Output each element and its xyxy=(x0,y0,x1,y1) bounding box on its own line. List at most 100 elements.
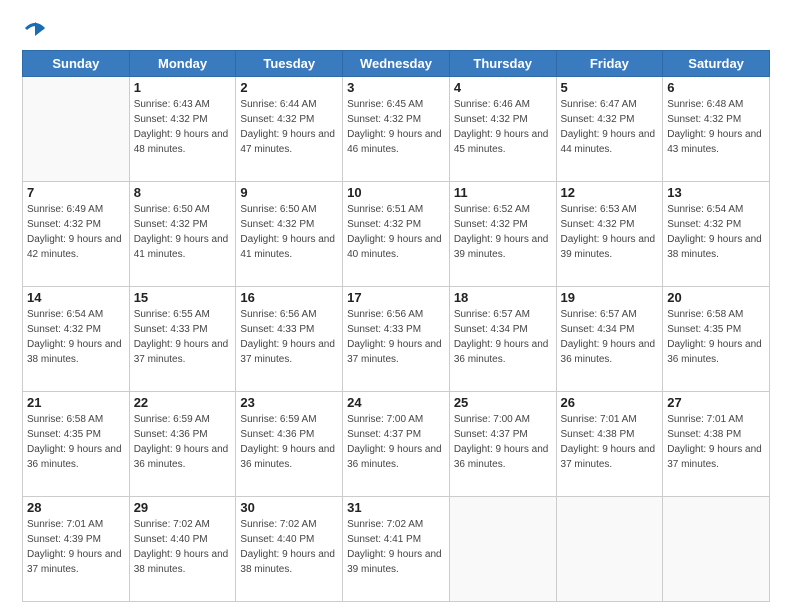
day-info: Sunrise: 6:49 AMSunset: 4:32 PMDaylight:… xyxy=(27,202,125,262)
day-info: Sunrise: 7:01 AMSunset: 4:38 PMDaylight:… xyxy=(561,412,659,472)
day-info: Sunrise: 6:51 AMSunset: 4:32 PMDaylight:… xyxy=(347,202,445,262)
day-number: 21 xyxy=(27,395,125,410)
calendar-cell: 23Sunrise: 6:59 AMSunset: 4:36 PMDayligh… xyxy=(236,392,343,497)
day-info: Sunrise: 6:43 AMSunset: 4:32 PMDaylight:… xyxy=(134,97,232,157)
calendar-cell: 30 Sunrise: 7:02 AMSunset: 4:40 PMDayligh… xyxy=(236,497,343,602)
day-number: 16 xyxy=(240,290,338,305)
day-number: 11 xyxy=(454,185,552,200)
calendar-cell: 4Sunrise: 6:46 AMSunset: 4:32 PMDaylight… xyxy=(449,77,556,182)
calendar-cell: 9Sunrise: 6:50 AMSunset: 4:32 PMDaylight… xyxy=(236,182,343,287)
calendar-cell: 19 Sunrise: 6:57 AMSunset: 4:34 PMDayligh… xyxy=(556,287,663,392)
day-number: 29 xyxy=(134,500,232,515)
calendar-cell: 5 Sunrise: 6:47 AMSunset: 4:32 PMDaylight… xyxy=(556,77,663,182)
day-info: Sunrise: 6:45 AMSunset: 4:32 PMDaylight:… xyxy=(347,97,445,157)
day-info: Sunrise: 7:02 AMSunset: 4:41 PMDaylight:… xyxy=(347,517,445,577)
day-info: Sunrise: 7:01 AMSunset: 4:38 PMDaylight:… xyxy=(667,412,765,472)
day-number: 4 xyxy=(454,80,552,95)
day-info: Sunrise: 6:59 AMSunset: 4:36 PMDaylight:… xyxy=(134,412,232,472)
day-number: 31 xyxy=(347,500,445,515)
day-number: 27 xyxy=(667,395,765,410)
day-info: Sunrise: 7:00 AMSunset: 4:37 PMDaylight:… xyxy=(347,412,445,472)
day-number: 25 xyxy=(454,395,552,410)
calendar-cell: 15Sunrise: 6:55 AMSunset: 4:33 PMDayligh… xyxy=(129,287,236,392)
calendar-cell: 20 Sunrise: 6:58 AMSunset: 4:35 PMDayligh… xyxy=(663,287,770,392)
day-info: Sunrise: 6:47 AMSunset: 4:32 PMDaylight:… xyxy=(561,97,659,157)
weekday-header-wednesday: Wednesday xyxy=(343,51,450,77)
day-number: 24 xyxy=(347,395,445,410)
day-info: Sunrise: 6:50 AMSunset: 4:32 PMDaylight:… xyxy=(134,202,232,262)
day-info: Sunrise: 6:48 AMSunset: 4:32 PMDaylight:… xyxy=(667,97,765,157)
calendar-cell: 13 Sunrise: 6:54 AMSunset: 4:32 PMDayligh… xyxy=(663,182,770,287)
day-number: 3 xyxy=(347,80,445,95)
week-row-4: 28Sunrise: 7:01 AMSunset: 4:39 PMDayligh… xyxy=(23,497,770,602)
day-info: Sunrise: 6:58 AMSunset: 4:35 PMDaylight:… xyxy=(667,307,765,367)
calendar-cell: 14 Sunrise: 6:54 AMSunset: 4:32 PMDayligh… xyxy=(23,287,130,392)
day-info: Sunrise: 6:44 AMSunset: 4:32 PMDaylight:… xyxy=(240,97,338,157)
calendar-cell: 1 Sunrise: 6:43 AMSunset: 4:32 PMDaylight… xyxy=(129,77,236,182)
day-number: 6 xyxy=(667,80,765,95)
weekday-header-monday: Monday xyxy=(129,51,236,77)
calendar-cell: 21 Sunrise: 6:58 AMSunset: 4:35 PMDayligh… xyxy=(23,392,130,497)
day-info: Sunrise: 6:50 AMSunset: 4:32 PMDaylight:… xyxy=(240,202,338,262)
day-number: 18 xyxy=(454,290,552,305)
calendar-cell: 10 Sunrise: 6:51 AMSunset: 4:32 PMDayligh… xyxy=(343,182,450,287)
day-info: Sunrise: 6:56 AMSunset: 4:33 PMDaylight:… xyxy=(240,307,338,367)
day-number: 20 xyxy=(667,290,765,305)
week-row-0: 1 Sunrise: 6:43 AMSunset: 4:32 PMDaylight… xyxy=(23,77,770,182)
weekday-header-sunday: Sunday xyxy=(23,51,130,77)
day-number: 22 xyxy=(134,395,232,410)
day-number: 30 xyxy=(240,500,338,515)
day-number: 7 xyxy=(27,185,125,200)
calendar-cell: 11Sunrise: 6:52 AMSunset: 4:32 PMDayligh… xyxy=(449,182,556,287)
calendar-cell: 27 Sunrise: 7:01 AMSunset: 4:38 PMDayligh… xyxy=(663,392,770,497)
day-number: 1 xyxy=(134,80,232,95)
calendar-cell: 12 Sunrise: 6:53 AMSunset: 4:32 PMDayligh… xyxy=(556,182,663,287)
day-info: Sunrise: 6:57 AMSunset: 4:34 PMDaylight:… xyxy=(561,307,659,367)
day-number: 17 xyxy=(347,290,445,305)
calendar-cell: 6 Sunrise: 6:48 AMSunset: 4:32 PMDaylight… xyxy=(663,77,770,182)
calendar-cell: 16 Sunrise: 6:56 AMSunset: 4:33 PMDayligh… xyxy=(236,287,343,392)
logo xyxy=(22,18,46,40)
week-row-1: 7 Sunrise: 6:49 AMSunset: 4:32 PMDaylight… xyxy=(23,182,770,287)
calendar-cell: 18 Sunrise: 6:57 AMSunset: 4:34 PMDayligh… xyxy=(449,287,556,392)
calendar-cell: 3 Sunrise: 6:45 AMSunset: 4:32 PMDaylight… xyxy=(343,77,450,182)
day-number: 12 xyxy=(561,185,659,200)
day-number: 14 xyxy=(27,290,125,305)
day-number: 8 xyxy=(134,185,232,200)
day-number: 5 xyxy=(561,80,659,95)
week-row-2: 14 Sunrise: 6:54 AMSunset: 4:32 PMDayligh… xyxy=(23,287,770,392)
weekday-header-friday: Friday xyxy=(556,51,663,77)
calendar-cell: 29 Sunrise: 7:02 AMSunset: 4:40 PMDayligh… xyxy=(129,497,236,602)
header xyxy=(22,18,770,40)
day-number: 13 xyxy=(667,185,765,200)
day-info: Sunrise: 7:02 AMSunset: 4:40 PMDaylight:… xyxy=(240,517,338,577)
weekday-header-tuesday: Tuesday xyxy=(236,51,343,77)
calendar-cell: 17 Sunrise: 6:56 AMSunset: 4:33 PMDayligh… xyxy=(343,287,450,392)
logo-icon xyxy=(24,18,46,40)
calendar-cell: 26 Sunrise: 7:01 AMSunset: 4:38 PMDayligh… xyxy=(556,392,663,497)
calendar-cell: 22 Sunrise: 6:59 AMSunset: 4:36 PMDayligh… xyxy=(129,392,236,497)
day-info: Sunrise: 6:59 AMSunset: 4:36 PMDaylight:… xyxy=(240,412,338,472)
calendar-cell xyxy=(663,497,770,602)
week-row-3: 21 Sunrise: 6:58 AMSunset: 4:35 PMDayligh… xyxy=(23,392,770,497)
calendar-cell: 31 Sunrise: 7:02 AMSunset: 4:41 PMDayligh… xyxy=(343,497,450,602)
day-info: Sunrise: 6:54 AMSunset: 4:32 PMDaylight:… xyxy=(667,202,765,262)
calendar-cell xyxy=(23,77,130,182)
calendar-cell: 24 Sunrise: 7:00 AMSunset: 4:37 PMDayligh… xyxy=(343,392,450,497)
day-info: Sunrise: 6:53 AMSunset: 4:32 PMDaylight:… xyxy=(561,202,659,262)
day-number: 10 xyxy=(347,185,445,200)
weekday-header-thursday: Thursday xyxy=(449,51,556,77)
calendar-cell: 2Sunrise: 6:44 AMSunset: 4:32 PMDaylight… xyxy=(236,77,343,182)
day-info: Sunrise: 7:01 AMSunset: 4:39 PMDaylight:… xyxy=(27,517,125,577)
calendar-cell: 7 Sunrise: 6:49 AMSunset: 4:32 PMDaylight… xyxy=(23,182,130,287)
day-info: Sunrise: 6:58 AMSunset: 4:35 PMDaylight:… xyxy=(27,412,125,472)
day-info: Sunrise: 6:57 AMSunset: 4:34 PMDaylight:… xyxy=(454,307,552,367)
weekday-header-saturday: Saturday xyxy=(663,51,770,77)
day-number: 15 xyxy=(134,290,232,305)
day-number: 26 xyxy=(561,395,659,410)
day-info: Sunrise: 6:56 AMSunset: 4:33 PMDaylight:… xyxy=(347,307,445,367)
day-number: 19 xyxy=(561,290,659,305)
calendar-cell: 28Sunrise: 7:01 AMSunset: 4:39 PMDayligh… xyxy=(23,497,130,602)
day-info: Sunrise: 7:02 AMSunset: 4:40 PMDaylight:… xyxy=(134,517,232,577)
day-info: Sunrise: 6:54 AMSunset: 4:32 PMDaylight:… xyxy=(27,307,125,367)
